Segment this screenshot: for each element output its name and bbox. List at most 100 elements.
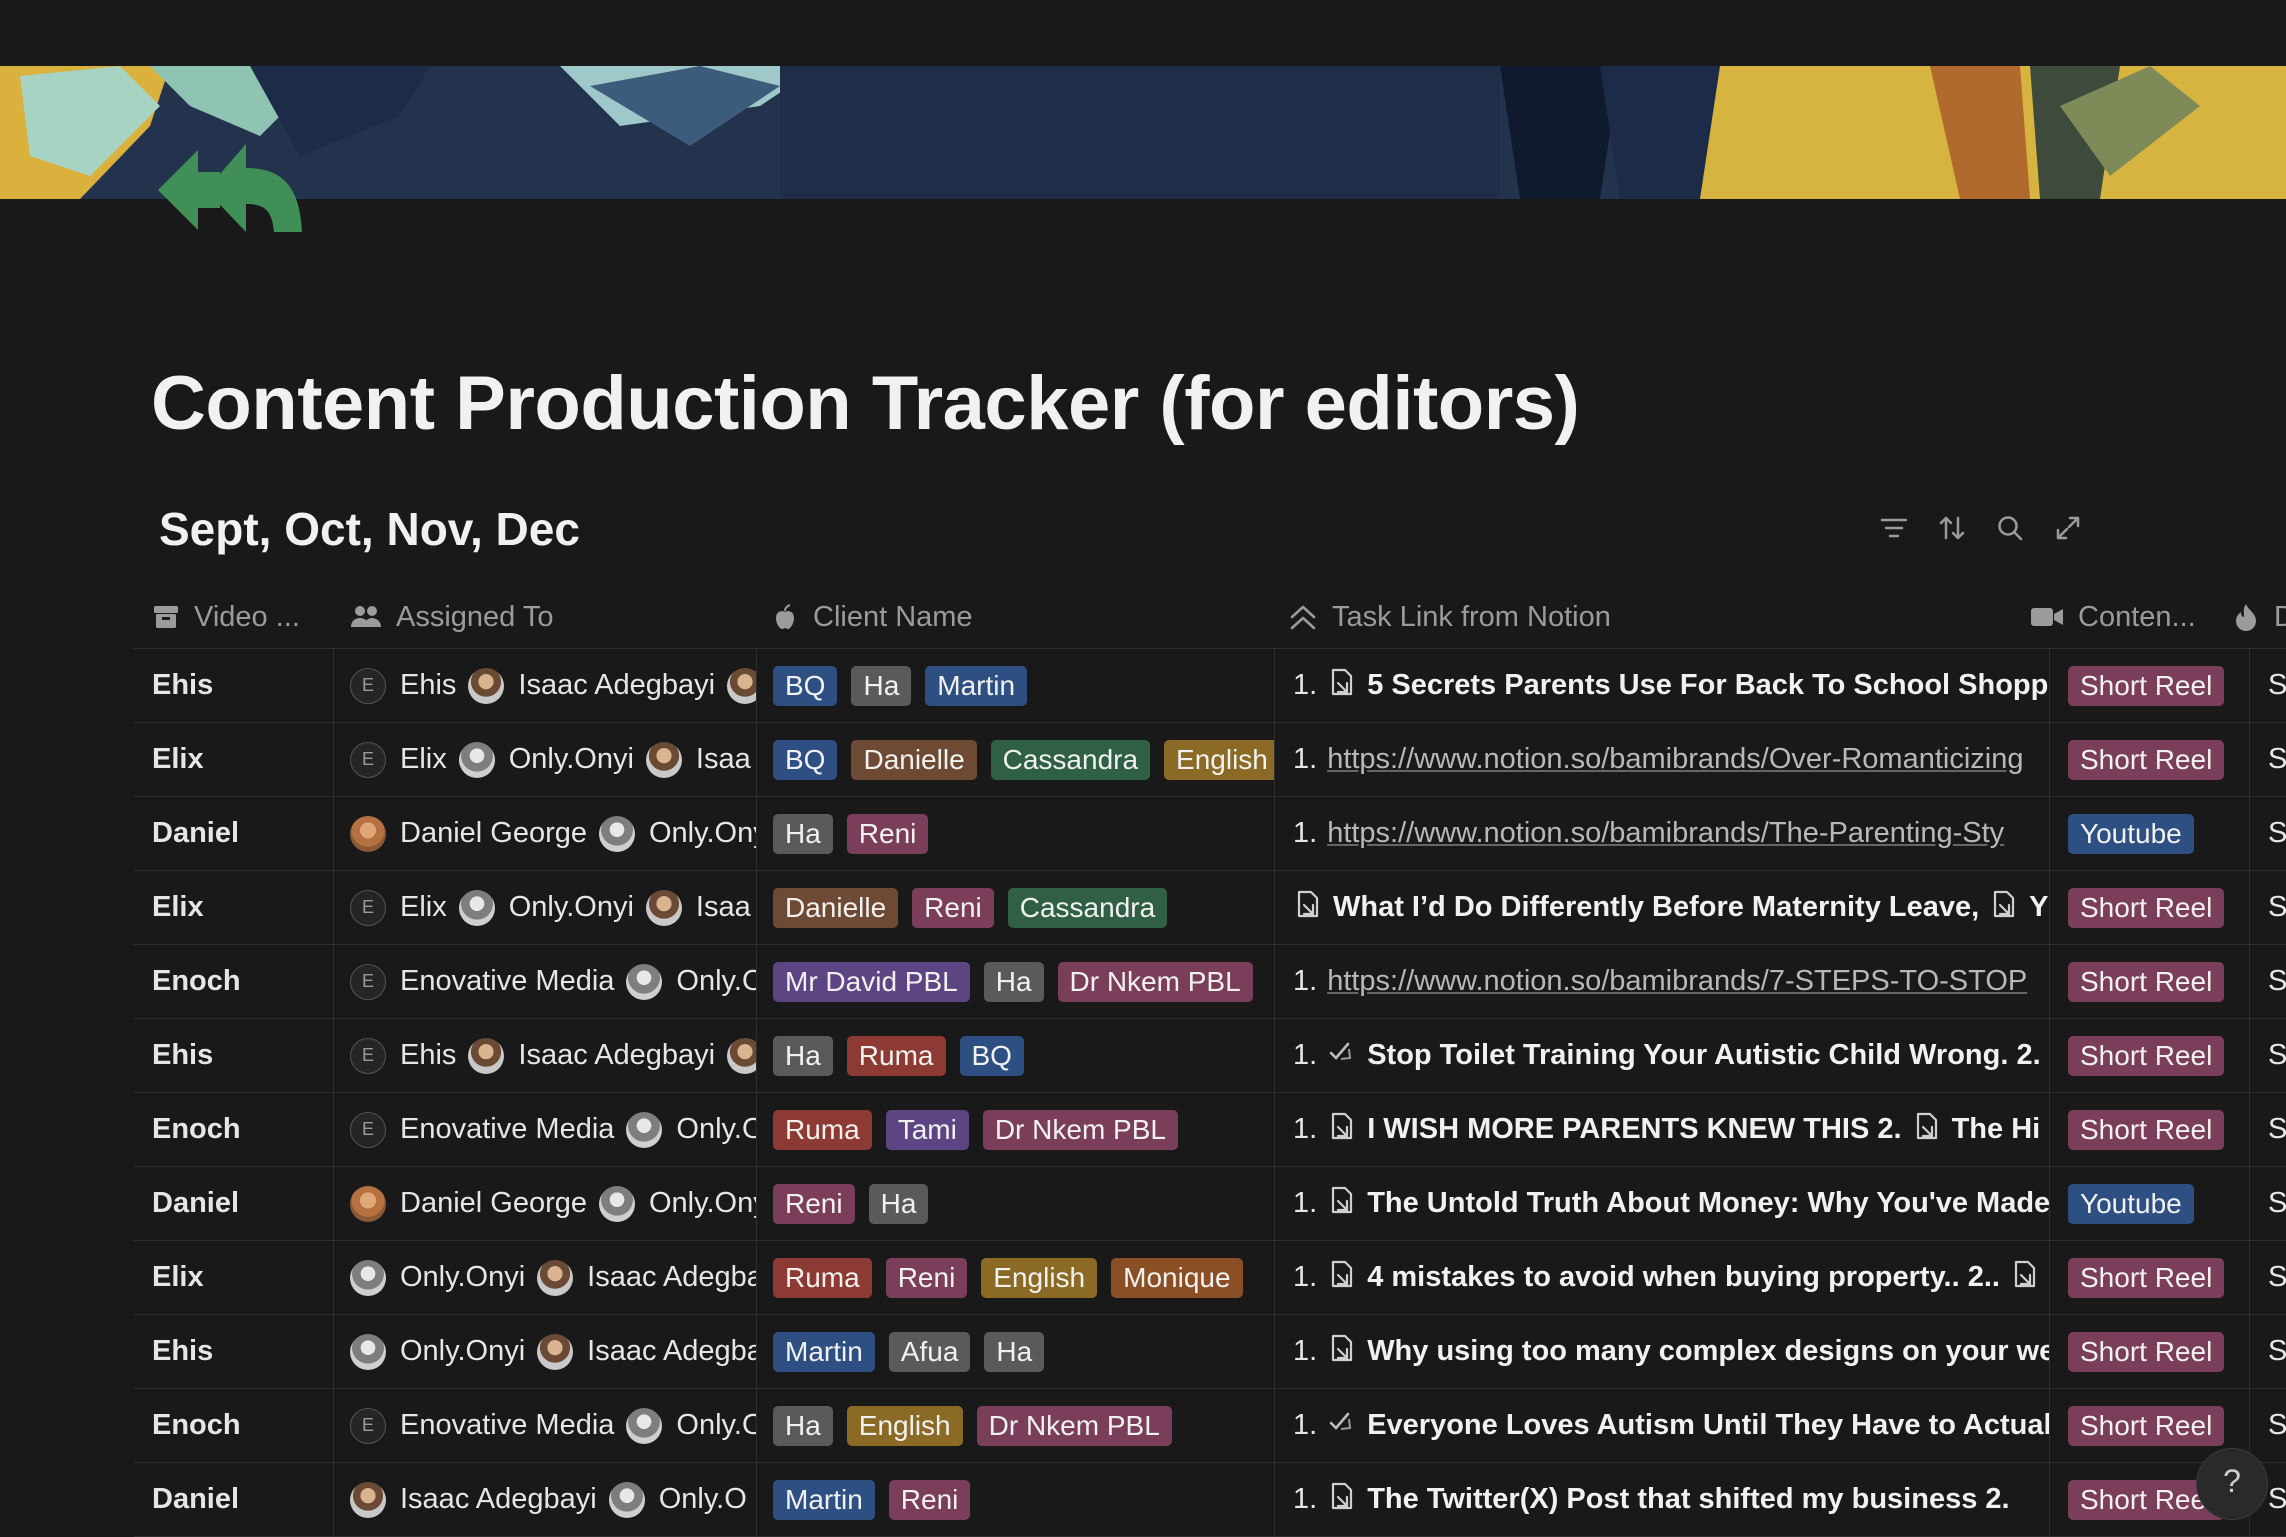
cell-content-type[interactable]: Short Reel [2050,649,2250,722]
cell-task-link[interactable]: 1. https://www.notion.so/bamibrands/The-P… [1275,797,2050,870]
search-icon[interactable] [1994,512,2026,544]
cell-video-editor[interactable]: Daniel [134,1463,334,1536]
cell-assigned-to[interactable]: Daniel George Only.Onyi [334,797,757,870]
person-chip[interactable]: Isaa [645,889,751,926]
cell-video-editor[interactable]: Daniel [134,1167,334,1240]
table-row[interactable]: Elix E Elix Only.Onyi Isaa Danielle Reni Cassan… [134,871,2286,945]
cell-task-link[interactable]: 1. https://www.notion.so/bamibrands/Over-… [1275,723,2050,796]
person-chip[interactable]: E Enovative Media [350,963,614,1000]
cell-date[interactable]: Sept [2250,1093,2286,1166]
person-chip[interactable]: E Elix [350,889,447,926]
task-page-link[interactable]: I WISH MORE PARENTS KNEW THIS 2. [1367,1113,1901,1146]
table-row[interactable]: Ehis E Ehis Isaac Adegbayi BQ Ha Martin 1. 5 Sec… [134,649,2286,723]
person-chip[interactable]: E Ehis [350,1037,456,1074]
person-chip[interactable]: E Enovative Media [350,1111,614,1148]
cell-task-link[interactable]: 1. 4 mistakes to avoid when buying proper… [1275,1241,2050,1314]
table-row[interactable]: Enoch E Enovative Media Only.O Ha English Dr N… [134,1389,2286,1463]
cell-video-editor[interactable]: Enoch [134,1093,334,1166]
column-header-assigned[interactable]: Assigned To [350,586,750,648]
cell-date[interactable]: Sept [2250,1241,2286,1314]
cell-date[interactable]: Sept [2250,1315,2286,1388]
cell-client-name[interactable]: Martin Afua Ha [757,1315,1275,1388]
task-page-link[interactable]: The Untold Truth About Money: Why You've… [1367,1187,2049,1220]
person-chip[interactable]: Only.Onyi [599,1185,756,1222]
cell-client-name[interactable]: BQ Ha Martin [757,649,1275,722]
cell-task-link[interactable]: What I’d Do Differently Before Maternity… [1275,871,2050,944]
person-chip[interactable] [727,1037,756,1074]
cell-date[interactable]: Sept [2250,723,2286,796]
task-page-link[interactable]: The Twitter(X) Post that shifted my busi… [1367,1483,2009,1516]
task-url-link[interactable]: https://www.notion.so/bamibrands/Over-Ro… [1327,743,2023,776]
table-row[interactable]: Ehis Only.Onyi Isaac Adegba Martin Afua Ha 1. W… [134,1315,2286,1389]
task-page-link[interactable]: Y [2029,891,2048,924]
person-chip[interactable] [727,667,756,704]
cell-assigned-to[interactable]: Isaac Adegbayi Only.O [334,1463,757,1536]
task-page-link[interactable]: Why using too many complex designs on yo… [1367,1335,2049,1368]
cell-assigned-to[interactable]: E Ehis Isaac Adegbayi [334,1019,757,1092]
person-chip[interactable]: Only.O [626,1111,756,1148]
task-page-link[interactable]: 4 mistakes to avoid when buying property… [1367,1261,2000,1294]
cell-assigned-to[interactable]: E Enovative Media Only.O [334,945,757,1018]
cell-assigned-to[interactable]: E Elix Only.Onyi Isaa [334,871,757,944]
cell-client-name[interactable]: Ha Ruma BQ [757,1019,1275,1092]
cell-client-name[interactable]: Ha English Dr Nkem PBL [757,1389,1275,1462]
cell-content-type[interactable]: Youtube [2050,797,2250,870]
cell-task-link[interactable]: 1. Everyone Loves Autism Until They Have … [1275,1389,2050,1462]
person-chip[interactable]: E Ehis [350,667,456,704]
cell-client-name[interactable]: Martin Reni [757,1463,1275,1536]
cell-content-type[interactable]: Youtube [2050,1167,2250,1240]
view-title[interactable]: Sept, Oct, Nov, Dec [159,502,580,556]
person-chip[interactable]: Only.Onyi [599,815,756,852]
person-chip[interactable]: Only.O [626,963,756,1000]
cell-task-link[interactable]: 1. 5 Secrets Parents Use For Back To Scho… [1275,649,2050,722]
person-chip[interactable]: Isaac Adegbayi [468,667,715,704]
person-chip[interactable]: Isaa [645,741,751,778]
cell-client-name[interactable]: Danielle Reni Cassandra [757,871,1275,944]
column-header-content[interactable]: Conten... [2030,586,2230,648]
cover-image[interactable] [0,66,2286,199]
cell-video-editor[interactable]: Ehis [134,649,334,722]
cell-video-editor[interactable]: Enoch [134,945,334,1018]
cell-assigned-to[interactable]: Daniel George Only.Onyi [334,1167,757,1240]
cell-video-editor[interactable]: Ehis [134,1315,334,1388]
cell-content-type[interactable]: Short Reel [2050,1093,2250,1166]
cell-client-name[interactable]: BQ Danielle Cassandra English [757,723,1275,796]
cell-assigned-to[interactable]: E Enovative Media Only.O [334,1389,757,1462]
cell-client-name[interactable]: Ruma Tami Dr Nkem PBL [757,1093,1275,1166]
table-row[interactable]: Elix E Elix Only.Onyi Isaa BQ Danielle Cassandr… [134,723,2286,797]
cell-task-link[interactable]: 1. Why using too many complex designs on … [1275,1315,2050,1388]
table-row[interactable]: Enoch E Enovative Media Only.O Ruma Tami Dr Nk… [134,1093,2286,1167]
cell-date[interactable]: Sept [2250,649,2286,722]
cell-date[interactable]: Sept [2250,1019,2286,1092]
cell-video-editor[interactable]: Daniel [134,797,334,870]
task-page-link[interactable]: Stop Toilet Training Your Autistic Child… [1367,1039,2040,1072]
table-row[interactable]: Daniel Isaac Adegbayi Only.O Martin Reni 1. Th… [134,1463,2286,1537]
cell-video-editor[interactable]: Elix [134,871,334,944]
cell-date[interactable]: Sept [2250,1389,2286,1462]
cell-video-editor[interactable]: Ehis [134,1019,334,1092]
cell-content-type[interactable]: Short Reel [2050,1241,2250,1314]
reply-all-arrows-icon[interactable] [150,132,310,242]
cell-content-type[interactable]: Short Reel [2050,945,2250,1018]
person-chip[interactable]: E Enovative Media [350,1407,614,1444]
cell-client-name[interactable]: Reni Ha [757,1167,1275,1240]
task-url-link[interactable]: https://www.notion.so/bamibrands/The-Par… [1327,817,2004,850]
person-chip[interactable]: Only.Onyi [350,1333,525,1370]
person-chip[interactable]: Only.O [626,1407,756,1444]
cell-content-type[interactable]: Short Reel [2050,1019,2250,1092]
person-chip[interactable]: Isaac Adegbayi [468,1037,715,1074]
column-header-client[interactable]: Client Name [771,586,1271,648]
expand-icon[interactable] [2052,512,2084,544]
filter-icon[interactable] [1878,512,1910,544]
task-page-link[interactable]: Everyone Loves Autism Until They Have to… [1367,1409,2049,1442]
table-row[interactable]: Ehis E Ehis Isaac Adegbayi Ha Ruma BQ 1. Stop To… [134,1019,2286,1093]
person-chip[interactable]: Only.Onyi [458,889,634,926]
cell-assigned-to[interactable]: Only.Onyi Isaac Adegba [334,1241,757,1314]
cell-client-name[interactable]: Ha Reni [757,797,1275,870]
task-page-link[interactable]: 5 Secrets Parents Use For Back To School… [1367,669,2048,702]
person-chip[interactable]: Isaac Adegba [537,1333,756,1370]
cell-video-editor[interactable]: Elix [134,723,334,796]
cell-assigned-to[interactable]: E Elix Only.Onyi Isaa [334,723,757,796]
column-header-video[interactable]: Video ... [152,586,332,648]
person-chip[interactable]: Isaac Adegba [537,1259,756,1296]
